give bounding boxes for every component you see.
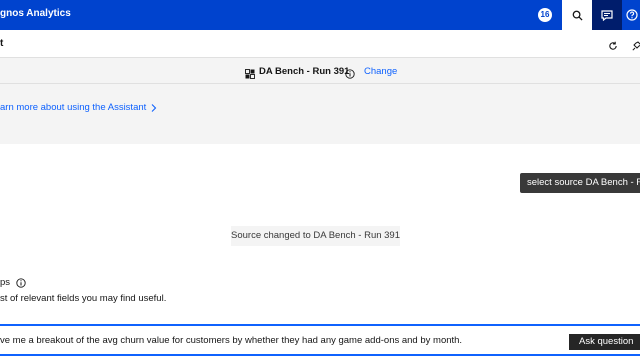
notification-badge[interactable]: 16 (538, 8, 552, 22)
user-message: select source DA Bench - Run 391 (520, 173, 640, 193)
pin-button[interactable] (632, 38, 640, 56)
answer-heading-text: ps (0, 277, 11, 288)
assistant-chat-button[interactable] (592, 0, 622, 30)
help-icon (626, 9, 638, 21)
chat-icon (601, 9, 613, 21)
source-info-button[interactable] (345, 66, 355, 84)
assistant-intro-panel: arn more about using the Assistant (0, 84, 640, 144)
search-icon (572, 10, 583, 21)
search-button[interactable] (562, 0, 592, 30)
system-message: Source changed to DA Bench - Run 391 (231, 226, 400, 246)
info-icon[interactable] (16, 277, 26, 288)
chevron-right-icon (151, 103, 157, 112)
pin-icon (632, 41, 640, 51)
ask-question-button[interactable]: Ask question (569, 334, 640, 350)
change-source-link[interactable]: Change (364, 66, 397, 77)
info-icon (345, 69, 355, 79)
help-button[interactable] (622, 0, 640, 30)
learn-more-link[interactable]: arn more about using the Assistant (0, 102, 157, 113)
top-bar: gnos Analytics 16 (0, 0, 640, 30)
learn-more-label: arn more about using the Assistant (0, 102, 147, 113)
app-title: gnos Analytics (0, 8, 71, 19)
refresh-button[interactable] (608, 38, 618, 56)
source-name: DA Bench - Run 391 (259, 66, 350, 77)
answer-text: st of relevant fields you may find usefu… (0, 293, 167, 304)
source-bar: DA Bench - Run 391 Change (0, 58, 640, 84)
answer-heading: ps (0, 277, 26, 288)
panel-header: t (0, 30, 640, 58)
question-input[interactable] (0, 326, 566, 354)
panel-title: t (0, 38, 4, 49)
data-source-icon (245, 66, 255, 84)
question-bar: Ask question (0, 324, 640, 356)
refresh-icon (609, 41, 617, 50)
